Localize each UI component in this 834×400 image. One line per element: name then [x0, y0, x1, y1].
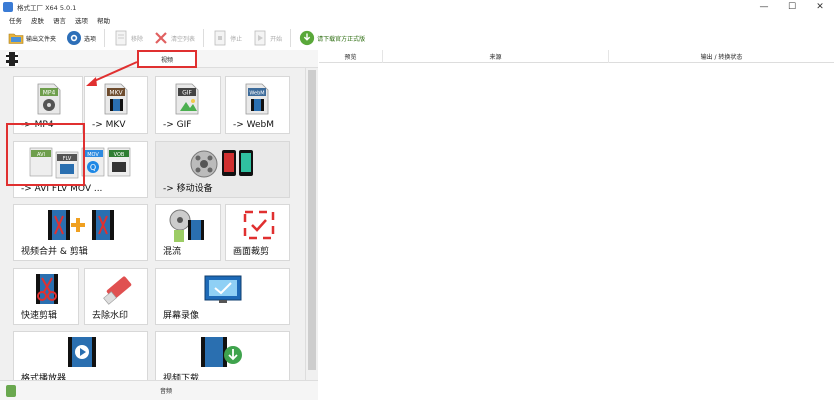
tile-quick-clip-label: 快速剪辑	[21, 311, 58, 321]
category-footer: 音频	[0, 380, 318, 400]
audio-category-icon	[6, 384, 16, 397]
film-icon	[6, 51, 18, 66]
tile-crop-label: 画面裁剪	[233, 247, 270, 257]
highlight-box	[6, 123, 85, 186]
tile-quick-clip[interactable]: 快速剪辑	[13, 268, 79, 325]
tile-video-merge-label: 视频合并 & 剪辑	[21, 247, 88, 257]
tile-player[interactable]: 格式播放器	[13, 331, 148, 380]
output-folder-button[interactable]: 输出文件夹	[6, 28, 58, 48]
player-icon	[62, 335, 102, 371]
toolbar-separator	[203, 29, 205, 47]
svg-text:VOB: VOB	[114, 152, 125, 158]
tile-player-label: 格式播放器	[21, 374, 67, 380]
webm-icon: WebM	[240, 81, 274, 117]
column-source[interactable]: 来源	[383, 50, 609, 63]
menu-help[interactable]: 帮助	[97, 15, 110, 25]
tile-screen-record-label: 屏幕录像	[163, 311, 200, 321]
download-official-label: 请下载官方正式版	[317, 35, 366, 43]
tile-mux-label: 混流	[163, 247, 182, 257]
video-download-icon	[196, 335, 248, 371]
folder-icon	[8, 30, 24, 46]
tab-video[interactable]: 视频	[137, 50, 197, 68]
close-button[interactable]: ✕	[806, 0, 834, 14]
clear-list-label: 清空列表	[171, 35, 196, 43]
remove-button[interactable]: 移除	[111, 28, 145, 48]
gif-icon: GIF	[170, 81, 204, 117]
stop-button[interactable]: 停止	[210, 28, 244, 48]
function-panel: 视频 MP4 -> MP4 MKV -> MKV GIF -> GIF WebM	[0, 50, 318, 400]
window-controls: — ☐ ✕	[750, 0, 834, 14]
mobile-device-icon	[188, 146, 258, 180]
start-icon	[252, 30, 268, 46]
menu-bar: 任务 皮肤 语言 选项 帮助	[0, 14, 834, 26]
svg-text:MOV: MOV	[87, 152, 99, 158]
tile-grid: MP4 -> MP4 MKV -> MKV GIF -> GIF WebM ->…	[0, 68, 305, 380]
quick-clip-icon	[28, 272, 66, 306]
scrollbar-thumb[interactable]	[308, 70, 316, 370]
tile-video-download-label: 视频下载	[163, 374, 200, 380]
stop-icon	[212, 30, 228, 46]
tile-gif[interactable]: GIF -> GIF	[155, 76, 221, 134]
clear-list-button[interactable]: 清空列表	[151, 28, 197, 48]
tile-remove-watermark-label: 去除水印	[92, 311, 129, 321]
tile-mkv-label: -> MKV	[92, 120, 126, 130]
minimize-button[interactable]: —	[750, 0, 778, 14]
tile-video-merge[interactable]: 视频合并 & 剪辑	[13, 204, 148, 261]
tile-webm[interactable]: WebM -> WebM	[225, 76, 290, 134]
output-folder-label: 输出文件夹	[26, 35, 57, 43]
download-official-button[interactable]: 请下载官方正式版	[297, 28, 367, 48]
remove-watermark-icon	[99, 272, 137, 306]
options-icon	[66, 30, 82, 46]
remove-icon	[113, 30, 129, 46]
screen-record-icon	[202, 272, 244, 306]
column-preview[interactable]: 预览	[319, 50, 383, 63]
window-title: 格式工厂 X64 5.0.1	[17, 4, 77, 12]
mp4-icon: MP4	[32, 81, 66, 117]
app-icon	[3, 2, 13, 12]
left-scrollbar[interactable]	[305, 68, 318, 380]
tile-screen-record[interactable]: 屏幕录像	[155, 268, 290, 325]
mkv-icon: MKV	[99, 81, 133, 117]
options-label: 选项	[84, 35, 97, 43]
video-merge-icon	[46, 208, 118, 242]
crop-icon	[240, 208, 278, 242]
tile-mux[interactable]: 混流	[155, 204, 221, 261]
tab-audio[interactable]: 音频	[160, 386, 172, 395]
tile-video-download[interactable]: 视频下载	[155, 331, 290, 380]
toolbar: 输出文件夹 选项 移除 清空列表 停止 开始 请下载官方正式版	[0, 26, 834, 50]
menu-task[interactable]: 任务	[9, 15, 22, 25]
svg-text:Q: Q	[90, 163, 96, 172]
tile-mkv[interactable]: MKV -> MKV	[84, 76, 148, 134]
maximize-button[interactable]: ☐	[778, 0, 806, 14]
menu-skin[interactable]: 皮肤	[31, 15, 44, 25]
clear-list-icon	[153, 30, 169, 46]
mux-icon	[168, 208, 208, 244]
task-table-header: 预览 来源 输出 / 转换状态	[319, 50, 834, 63]
category-header: 视频	[0, 50, 318, 68]
tile-mobile-device[interactable]: -> 移动设备	[155, 141, 290, 198]
svg-text:MKV: MKV	[109, 90, 123, 97]
title-bar: 格式工厂 X64 5.0.1 — ☐ ✕	[0, 0, 834, 14]
remove-label: 移除	[131, 35, 144, 43]
toolbar-separator	[290, 29, 292, 47]
menu-options[interactable]: 选项	[75, 15, 88, 25]
stop-label: 停止	[230, 35, 243, 43]
toolbar-separator	[104, 29, 106, 47]
options-button[interactable]: 选项	[64, 28, 98, 48]
tile-crop[interactable]: 画面裁剪	[225, 204, 290, 261]
tile-webm-label: -> WebM	[233, 120, 275, 130]
tile-mobile-device-label: -> 移动设备	[163, 184, 213, 194]
start-button[interactable]: 开始	[250, 28, 284, 48]
menu-language[interactable]: 语言	[53, 15, 66, 25]
start-label: 开始	[270, 35, 283, 43]
download-icon	[299, 30, 315, 46]
svg-text:WebM: WebM	[249, 91, 264, 97]
column-output-status[interactable]: 输出 / 转换状态	[609, 50, 834, 63]
svg-text:GIF: GIF	[182, 90, 192, 97]
svg-text:MP4: MP4	[43, 90, 56, 97]
tile-remove-watermark[interactable]: 去除水印	[84, 268, 148, 325]
task-list-panel: 预览 来源 输出 / 转换状态	[319, 50, 834, 400]
tile-gif-label: -> GIF	[163, 120, 192, 130]
